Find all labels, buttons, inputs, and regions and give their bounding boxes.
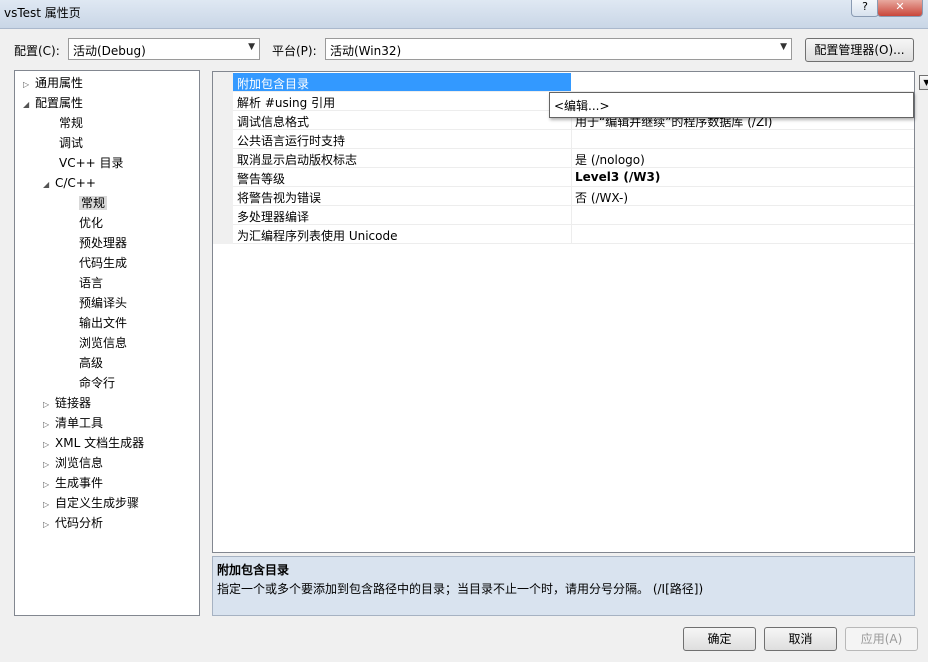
property-grid[interactable]: 附加包含目录 ▼ 解析 #using 引用 调试信息格式 用于“编辑并继续”的程… (212, 71, 928, 553)
tree-item[interactable]: 优化 (67, 213, 103, 233)
config-label: 配置(C): (14, 44, 60, 58)
config-combo[interactable]: 活动(Debug) ▼ (68, 38, 260, 60)
title-bar: vsTest 属性页 ? ✕ (0, 0, 928, 29)
property-row[interactable]: 取消显示启动版权标志 是 (/nologo) (233, 149, 914, 168)
tree-item[interactable]: 高级 (67, 353, 103, 373)
property-name: 取消显示启动版权标志 (237, 153, 358, 167)
property-row[interactable]: 警告等级 Level3 (/W3) (233, 168, 914, 187)
expand-icon[interactable]: ▷ (43, 395, 55, 415)
property-name: 解析 #using 引用 (237, 96, 336, 110)
property-row-selected[interactable]: 附加包含目录 ▼ (233, 73, 928, 92)
property-name: 多处理器编译 (237, 210, 310, 224)
tree-item[interactable]: 浏览信息 (67, 333, 127, 353)
property-name: 调试信息格式 (237, 115, 310, 129)
tree-item[interactable]: ▷ 生成事件 (43, 473, 103, 493)
tree-item-selected[interactable]: 常规 (67, 193, 108, 213)
tree-item[interactable]: ▷ 通用属性 (23, 73, 83, 93)
property-row[interactable]: 公共语言运行时支持 (233, 130, 914, 149)
platform-value: 活动(Win32) (330, 44, 402, 58)
config-manager-button[interactable]: 配置管理器(O)... (805, 38, 914, 62)
tree-item[interactable]: ▷ 自定义生成步骤 (43, 493, 139, 513)
description-text: 指定一个或多个要添加到包含路径中的目录；当目录不止一个时，请用分号分隔。 (/I… (217, 582, 704, 596)
tree-item[interactable]: ◢ C/C++ (43, 173, 96, 193)
property-value[interactable]: 否 (/WX-) (575, 189, 628, 206)
tree-item[interactable]: 预处理器 (67, 233, 127, 253)
expand-icon[interactable]: ▷ (43, 515, 55, 535)
tree-item[interactable]: ▷ 代码分析 (43, 513, 103, 533)
tree-item[interactable]: VC++ 目录 (47, 153, 124, 173)
tree-item[interactable]: 调试 (47, 133, 83, 153)
grid-gutter (213, 72, 233, 244)
collapse-icon[interactable]: ◢ (43, 175, 55, 195)
tree-item[interactable]: ▷ 清单工具 (43, 413, 103, 433)
platform-combo[interactable]: 活动(Win32) ▼ (325, 38, 792, 60)
property-value[interactable]: 是 (/nologo) (575, 151, 645, 168)
property-value[interactable]: Level3 (/W3) (575, 170, 660, 184)
expand-icon[interactable]: ▷ (43, 495, 55, 515)
category-tree[interactable]: ▷ 通用属性 ◢ 配置属性 常规 调试 VC++ 目录 ◢ C/C++ 常规 优化 预… (14, 70, 200, 616)
platform-label: 平台(P): (272, 44, 317, 58)
tree-item[interactable]: 语言 (67, 273, 103, 293)
tree-item[interactable]: 命令行 (67, 373, 115, 393)
window-title: vsTest 属性页 (4, 6, 81, 20)
description-panel: 附加包含目录 指定一个或多个要添加到包含路径中的目录；当目录不止一个时，请用分号… (212, 556, 915, 616)
expand-icon[interactable]: ▷ (43, 475, 55, 495)
property-name: 为汇编程序列表使用 Unicode (237, 229, 398, 243)
tree-item[interactable]: 常规 (47, 113, 83, 133)
chevron-down-icon: ▼ (780, 42, 787, 52)
property-name: 公共语言运行时支持 (237, 134, 346, 148)
expand-icon[interactable]: ▷ (43, 415, 55, 435)
property-name: 附加包含目录 (237, 77, 310, 91)
tree-item[interactable]: 代码生成 (67, 253, 127, 273)
dropdown-option-edit[interactable]: <编辑...> (554, 97, 610, 114)
property-row[interactable]: 将警告视为错误 否 (/WX-) (233, 187, 914, 206)
description-title: 附加包含目录 (217, 563, 290, 577)
property-name: 警告等级 (237, 172, 286, 186)
property-name: 将警告视为错误 (237, 191, 322, 205)
dropdown-arrow-icon[interactable]: ▼ (919, 75, 928, 90)
ok-button[interactable]: 确定 (683, 627, 756, 651)
tree-item[interactable]: ▷ XML 文档生成器 (43, 433, 144, 453)
tree-item[interactable]: ▷ 浏览信息 (43, 453, 103, 473)
chevron-down-icon: ▼ (248, 42, 255, 52)
value-dropdown-list[interactable]: <编辑...> (549, 92, 914, 118)
expand-icon[interactable]: ▷ (43, 455, 55, 475)
expand-icon[interactable]: ▷ (23, 75, 35, 95)
property-row[interactable]: 多处理器编译 (233, 206, 914, 225)
tree-item[interactable]: 预编译头 (67, 293, 127, 313)
close-button[interactable]: ✕ (877, 0, 923, 17)
apply-button[interactable]: 应用(A) (845, 627, 918, 651)
tree-item[interactable]: ◢ 配置属性 (23, 93, 83, 113)
help-button[interactable]: ? (851, 0, 879, 17)
expand-icon[interactable]: ▷ (43, 435, 55, 455)
config-value: 活动(Debug) (73, 44, 146, 58)
cancel-button[interactable]: 取消 (764, 627, 837, 651)
tree-item[interactable]: ▷ 链接器 (43, 393, 91, 413)
property-row[interactable]: 为汇编程序列表使用 Unicode (233, 225, 914, 244)
tree-item[interactable]: 输出文件 (67, 313, 127, 333)
collapse-icon[interactable]: ◢ (23, 95, 35, 115)
